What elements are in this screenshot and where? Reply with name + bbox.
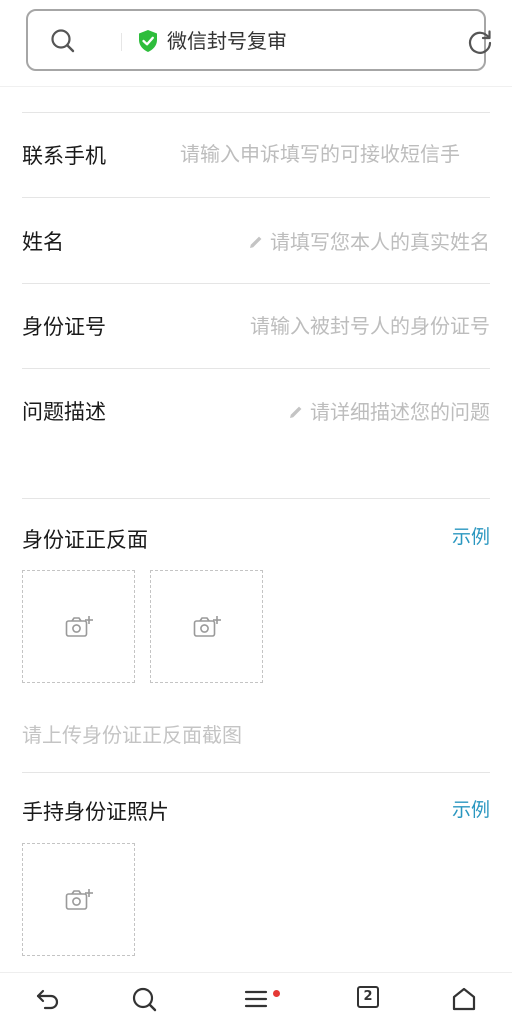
upload-hand-photo[interactable]: [22, 843, 135, 956]
divider: [22, 772, 490, 773]
menu-button[interactable]: [226, 973, 286, 1024]
pencil-icon: [290, 406, 302, 418]
notification-dot: [273, 990, 280, 997]
search-icon[interactable]: [50, 28, 76, 54]
name-label: 姓名: [22, 230, 64, 254]
address-separator: [121, 33, 122, 51]
tabs-button[interactable]: 2: [338, 973, 398, 1024]
search-button[interactable]: [114, 973, 174, 1024]
id-number-label: 身份证号: [22, 315, 106, 339]
divider: [22, 283, 490, 284]
description-placeholder: 请详细描述您的问题: [310, 400, 490, 424]
search-icon: [132, 987, 157, 1012]
add-photo-icon: [193, 616, 221, 637]
upload-id-front[interactable]: [22, 570, 135, 683]
phone-placeholder: 请输入申诉填写的可接收短信手: [180, 142, 460, 166]
id-number-placeholder: 请输入被封号人的身份证号: [250, 314, 490, 338]
id-card-hint: 请上传身份证正反面截图: [22, 723, 242, 747]
divider: [22, 197, 490, 198]
id-card-example-link[interactable]: 示例: [452, 524, 490, 550]
shield-check-icon: [139, 30, 157, 52]
header-divider: [0, 86, 512, 87]
divider: [22, 498, 490, 499]
name-input[interactable]: 请填写您本人的真实姓名: [248, 228, 490, 256]
back-icon: [36, 989, 59, 1010]
id-card-label: 身份证正反面: [22, 528, 148, 552]
description-label: 问题描述: [22, 400, 106, 424]
page: 微信封号复审 联系手机 请输入申诉填写的可接收短信手 姓名 请填写您本人的真实姓…: [0, 0, 512, 1024]
name-placeholder: 请填写您本人的真实姓名: [270, 230, 490, 254]
hand-photo-example-link[interactable]: 示例: [452, 797, 490, 823]
phone-label: 联系手机: [22, 144, 106, 168]
add-photo-icon: [65, 889, 93, 910]
tab-count: 2: [357, 986, 379, 1008]
refresh-icon[interactable]: [466, 28, 494, 56]
id-number-input[interactable]: 请输入被封号人的身份证号: [250, 312, 490, 340]
menu-icon: [244, 990, 268, 1008]
home-button[interactable]: [434, 973, 494, 1024]
back-button[interactable]: [18, 973, 78, 1024]
home-icon: [452, 987, 476, 1011]
phone-input[interactable]: 请输入申诉填写的可接收短信手: [180, 140, 490, 170]
upload-id-back[interactable]: [150, 570, 263, 683]
bottom-nav: 2: [0, 972, 512, 1024]
divider: [22, 368, 490, 369]
add-photo-icon: [65, 616, 93, 637]
hand-photo-label: 手持身份证照片: [22, 800, 169, 824]
pencil-icon: [250, 236, 262, 248]
divider: [22, 112, 490, 113]
address-bar[interactable]: 微信封号复审: [26, 9, 492, 71]
description-input[interactable]: 请详细描述您的问题: [288, 398, 490, 426]
page-title[interactable]: 微信封号复审: [167, 27, 287, 55]
